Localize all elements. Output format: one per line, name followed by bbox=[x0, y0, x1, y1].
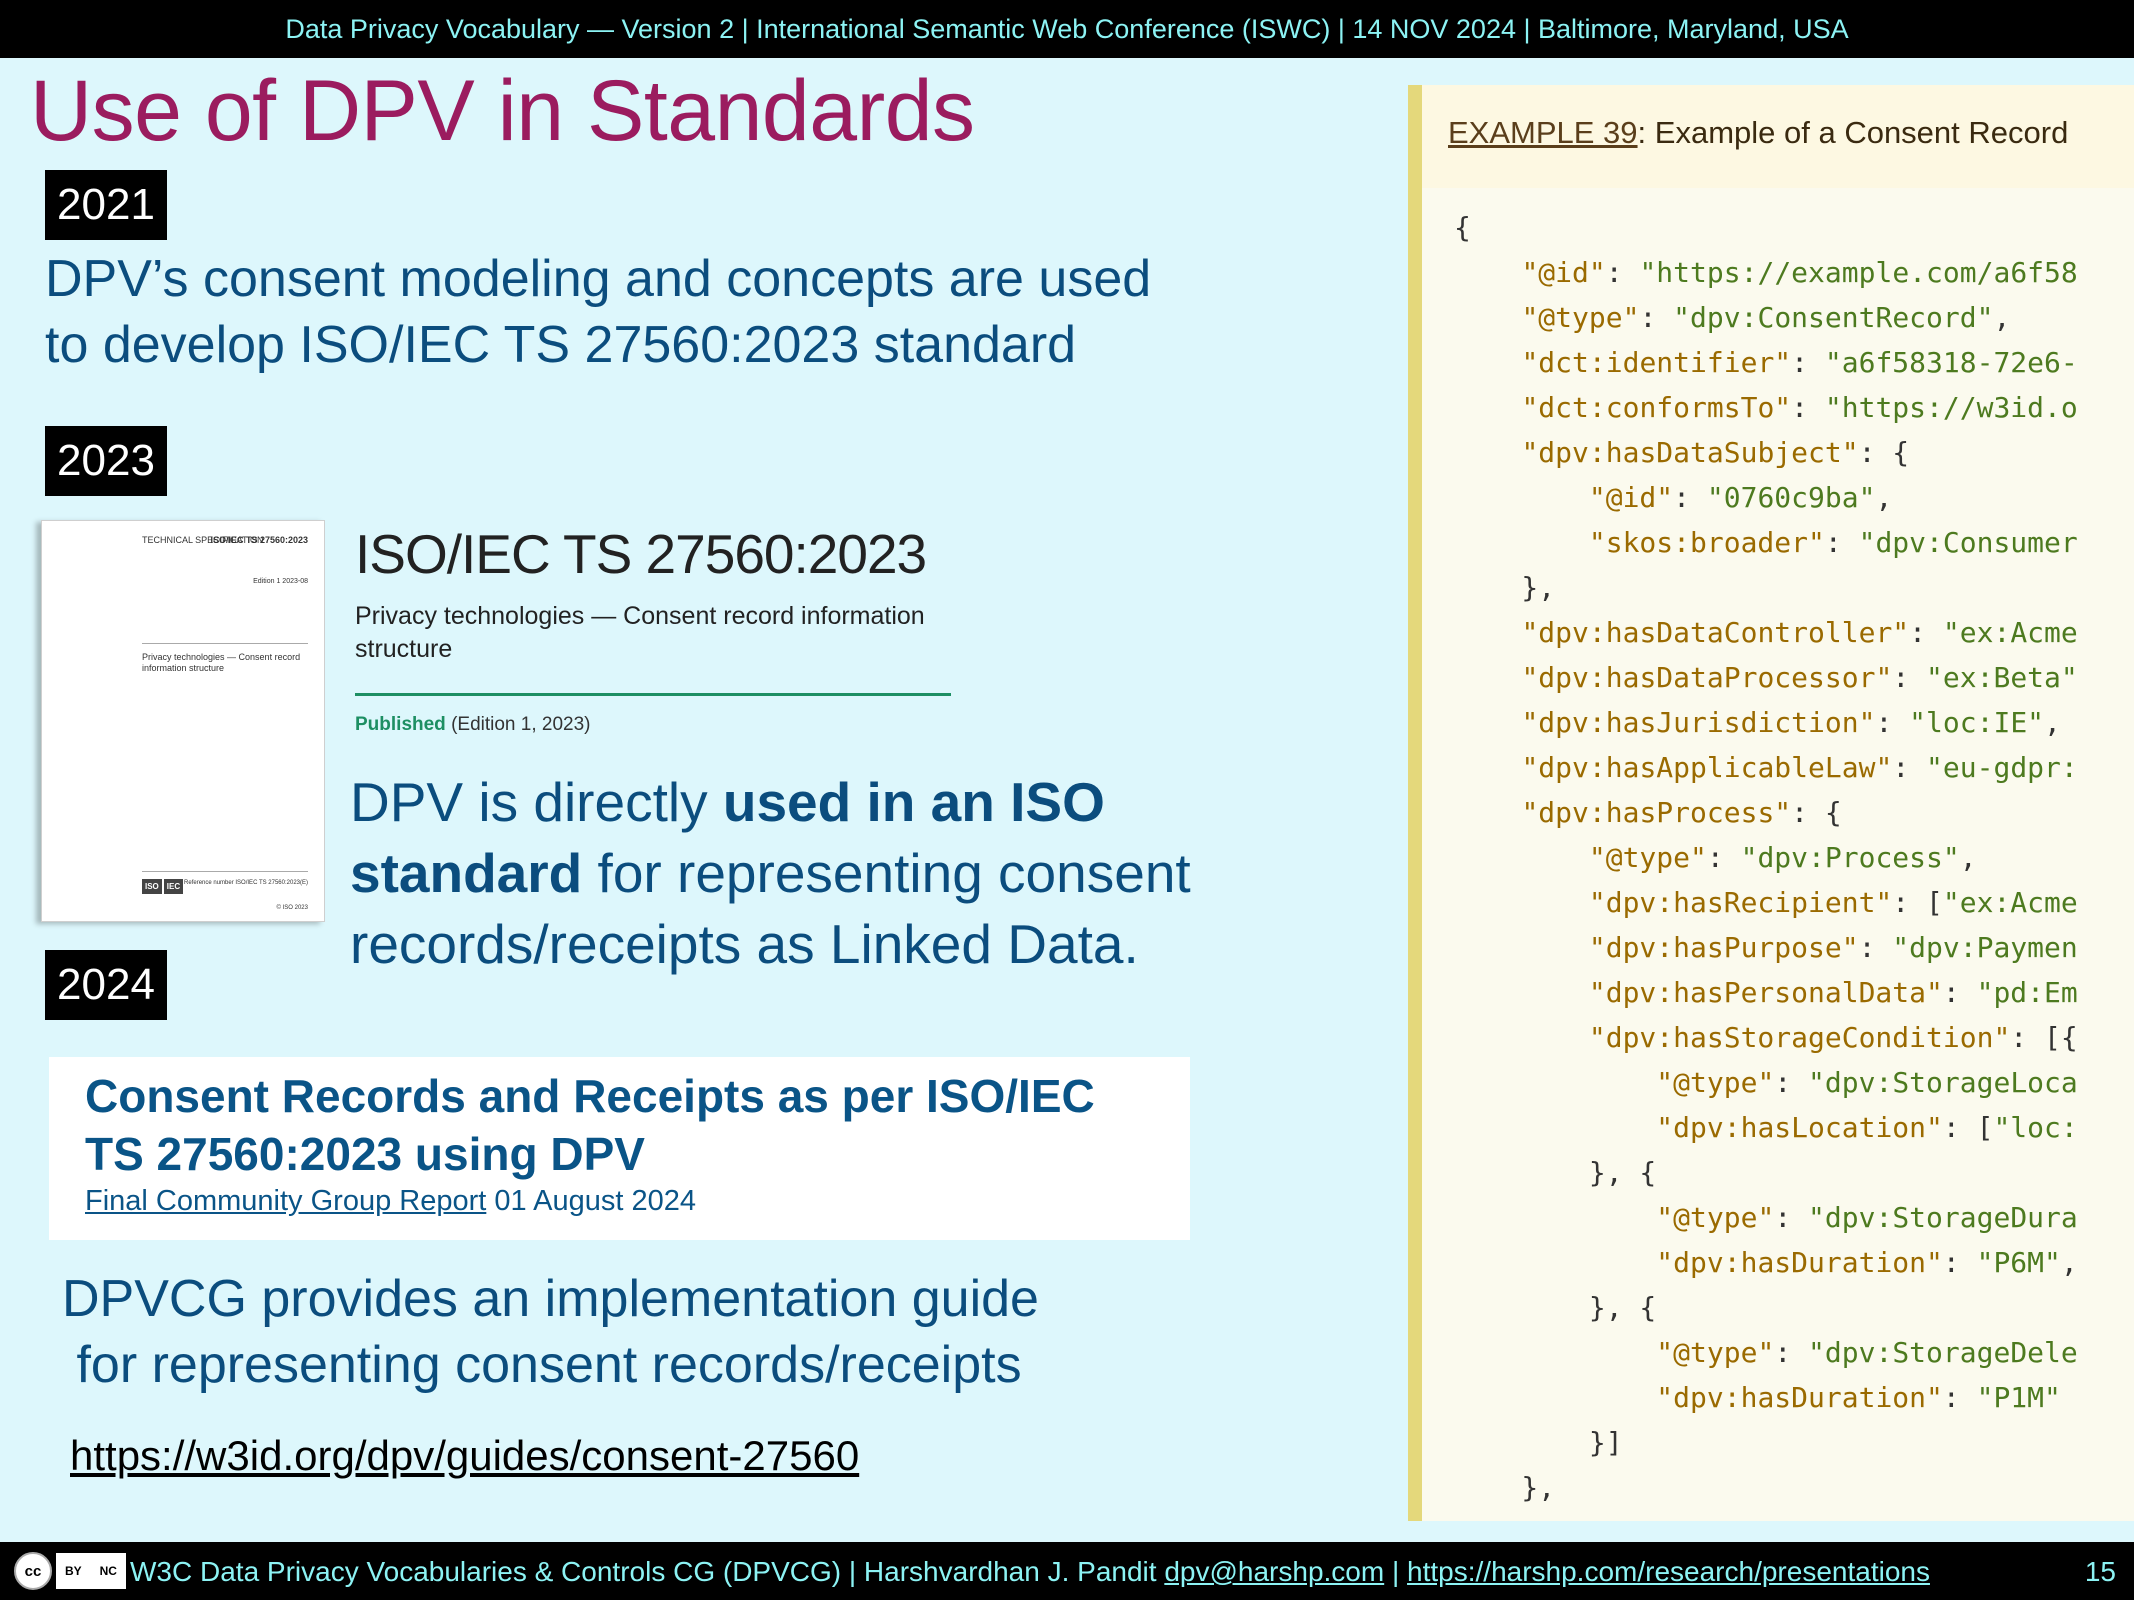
report-status: Final Community Group Report 01 August 2… bbox=[85, 1185, 696, 1218]
code-line: "dpv:hasJurisdiction": "loc:IE", bbox=[1521, 706, 2061, 739]
example-title: EXAMPLE 39: Example of a Consent Record bbox=[1448, 115, 2068, 151]
code-line: }, bbox=[1454, 571, 1556, 604]
code-line: "@type": "dpv:Process", bbox=[1588, 841, 1977, 874]
footer-bar: cc BY NC W3C Data Privacy Vocabularies &… bbox=[0, 1542, 2134, 1600]
page-number: 15 bbox=[2084, 1556, 2116, 1587]
code-line: }, { bbox=[1454, 1156, 1657, 1189]
text-2023-line2-bold: standard bbox=[350, 842, 583, 904]
code-line: "dpv:hasDataController": "ex:Acme bbox=[1521, 616, 2078, 649]
iso-logo: ISO bbox=[142, 879, 162, 894]
example-label-link[interactable]: EXAMPLE 39 bbox=[1448, 115, 1638, 150]
cc-license-badge[interactable]: cc BY NC bbox=[14, 1551, 130, 1591]
text-2023-line2-plain: for representing consent bbox=[582, 842, 1191, 904]
report-title: Consent Records and Receipts as per ISO/… bbox=[85, 1067, 1095, 1183]
thumb-divider-bottom bbox=[142, 871, 308, 872]
code-line: "dct:conformsTo": "https://w3id.o bbox=[1521, 391, 2078, 424]
code-line: "@type": "dpv:StorageLoca bbox=[1656, 1066, 2078, 1099]
report-date: 01 August 2024 bbox=[486, 1185, 696, 1217]
by-icon: BY bbox=[64, 1564, 82, 1578]
iso-standard-code: ISO/IEC TS 27560:2023 bbox=[355, 523, 927, 585]
year-badge-2024: 2024 bbox=[45, 950, 167, 1020]
example-title-text: : Example of a Consent Record bbox=[1637, 115, 2069, 150]
iso-document-thumbnail: TECHNICAL SPECIFICATION ISO/IEC TS 27560… bbox=[41, 520, 325, 922]
thumb-doc-ref: ISO/IEC TS 27560:2023 bbox=[210, 535, 308, 545]
footer-credits: W3C Data Privacy Vocabularies & Controls… bbox=[130, 1556, 1165, 1587]
code-line: }, bbox=[1454, 1471, 1556, 1504]
text-2021: DPV’s consent modeling and concepts are … bbox=[45, 246, 1151, 378]
slide-title: Use of DPV in Standards bbox=[30, 63, 975, 159]
edition-label: (Edition 1, 2023) bbox=[451, 714, 591, 735]
report-title-line2: TS 27560:2023 using DPV bbox=[85, 1128, 645, 1180]
code-block: { "@id": "https://example.com/a6f58 "@ty… bbox=[1454, 205, 2078, 1510]
code-line: "dpv:hasDataSubject": { bbox=[1521, 436, 1910, 469]
text-2024: DPVCG provides an implementation guide f… bbox=[62, 1266, 1039, 1398]
report-status-link[interactable]: Final Community Group Report bbox=[85, 1185, 486, 1217]
footer-presentations-link[interactable]: https://harshp.com/research/presentation… bbox=[1407, 1556, 1930, 1587]
code-line: "@type": "dpv:StorageDura bbox=[1656, 1201, 2078, 1234]
code-line: "dpv:hasDataProcessor": "ex:Beta" bbox=[1521, 661, 2078, 694]
text-2021-line2: to develop ISO/IEC TS 27560:2023 standar… bbox=[45, 316, 1077, 374]
thumb-edition: Edition 1 2023-08 bbox=[253, 578, 308, 585]
text-2023-line2: standard for representing consent bbox=[350, 838, 1191, 909]
text-2023-line1: DPV is directly used in an ISO bbox=[350, 767, 1191, 838]
code-line: "dpv:hasLocation": ["loc: bbox=[1656, 1111, 2078, 1144]
nc-icon: NC bbox=[99, 1564, 117, 1578]
code-line: "dpv:hasStorageCondition": [{ bbox=[1588, 1021, 2078, 1054]
example-header: EXAMPLE 39: Example of a Consent Record bbox=[1422, 85, 2134, 188]
cc-icon: cc bbox=[14, 1552, 52, 1590]
text-2021-line1: DPV’s consent modeling and concepts are … bbox=[45, 250, 1152, 308]
header-bar: Data Privacy Vocabulary — Version 2 | In… bbox=[0, 0, 2134, 58]
report-title-line1: Consent Records and Receipts as per ISO/… bbox=[85, 1070, 1095, 1122]
code-line: "dpv:hasApplicableLaw": "eu-gdpr: bbox=[1521, 751, 2078, 784]
code-line: "@id": "0760c9ba", bbox=[1588, 481, 1893, 514]
footer-email-link[interactable]: dpv@harshp.com bbox=[1164, 1556, 1384, 1587]
code-line: "dpv:hasPersonalData": "pd:Em bbox=[1588, 976, 2078, 1009]
by-nc-icons: BY NC bbox=[56, 1553, 126, 1589]
text-2024-line2: for representing consent records/receipt… bbox=[62, 1336, 1022, 1394]
code-line: "dpv:hasDuration": "P6M", bbox=[1656, 1246, 2078, 1279]
iso-standard-subtitle: Privacy technologies — Consent record in… bbox=[355, 602, 925, 663]
text-2024-line1: DPVCG provides an implementation guide bbox=[62, 1270, 1039, 1328]
thumb-copyright: © ISO 2023 bbox=[276, 905, 308, 911]
code-line: }] bbox=[1454, 1426, 1623, 1459]
text-2023-line1-plain: DPV is directly bbox=[350, 771, 723, 833]
code-line: { bbox=[1454, 211, 1471, 244]
code-line: "dpv:hasPurpose": "dpv:Paymen bbox=[1588, 931, 2078, 964]
year-badge-2023: 2023 bbox=[45, 426, 167, 496]
code-line: "dct:identifier": "a6f58318-72e6- bbox=[1521, 346, 2078, 379]
thumb-divider-top bbox=[142, 643, 308, 644]
iso-publication-status: Published (Edition 1, 2023) bbox=[355, 714, 591, 736]
iec-logo: IEC bbox=[163, 879, 184, 894]
text-2023-line1-bold: used in an ISO bbox=[722, 771, 1105, 833]
code-example-panel: EXAMPLE 39: Example of a Consent Record … bbox=[1408, 85, 2134, 1521]
report-card: Consent Records and Receipts as per ISO/… bbox=[49, 1057, 1190, 1240]
code-line: "dpv:hasRecipient": ["ex:Acme bbox=[1588, 886, 2078, 919]
footer-text: W3C Data Privacy Vocabularies & Controls… bbox=[130, 1556, 1930, 1588]
header-text: Data Privacy Vocabulary — Version 2 | In… bbox=[285, 13, 1849, 44]
code-line: }, { bbox=[1454, 1291, 1657, 1324]
thumb-reference-number: Reference number ISO/IEC TS 27560:2023(E… bbox=[184, 880, 308, 886]
text-2023-line3: records/receipts as Linked Data. bbox=[350, 913, 1139, 975]
code-line: "dpv:hasDuration": "P1M" bbox=[1656, 1381, 2061, 1414]
guide-url-link[interactable]: https://w3id.org/dpv/guides/consent-2756… bbox=[70, 1432, 859, 1480]
code-line: "skos:broader": "dpv:Consumer bbox=[1588, 526, 2078, 559]
iso-iec-logo: ISO IEC bbox=[142, 879, 184, 894]
code-line: "@type": "dpv:StorageDele bbox=[1656, 1336, 2078, 1369]
text-2023: DPV is directly used in an ISO standard … bbox=[350, 767, 1191, 980]
code-line: "@id": "https://example.com/a6f58 bbox=[1521, 256, 2078, 289]
published-label: Published bbox=[355, 714, 446, 735]
code-line: "dpv:hasProcess": { bbox=[1521, 796, 1842, 829]
thumb-doc-title: Privacy technologies — Consent record in… bbox=[142, 652, 301, 673]
iso-divider bbox=[355, 693, 951, 696]
code-line: "@type": "dpv:ConsentRecord", bbox=[1521, 301, 2011, 334]
year-badge-2021: 2021 bbox=[45, 170, 167, 240]
footer-separator: | bbox=[1384, 1556, 1408, 1587]
